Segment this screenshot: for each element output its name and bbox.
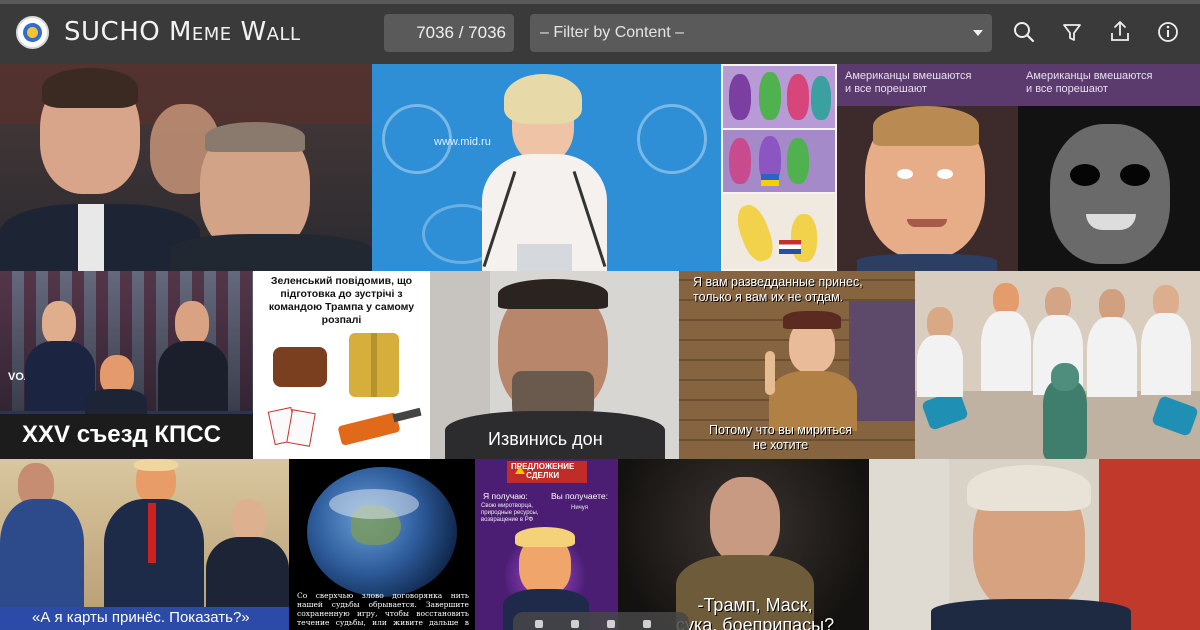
deal-right-label: Вы получаете:	[551, 491, 608, 501]
scout-caption-top: Я вам разведданные принес, только я вам …	[693, 275, 863, 304]
meme-tile-prigozhin[interactable]: -Трамп, Маск, сука, боеприпасы?	[618, 459, 869, 630]
incredibles-caption-1: Американцы вмешаются и все порешают	[845, 70, 972, 95]
search-icon[interactable]	[1010, 18, 1038, 46]
deal-left-label: Я получаю:	[483, 491, 528, 501]
meme-tile-incredibles-normal[interactable]: Американцы вмешаются и все порешают	[837, 64, 1018, 271]
incredibles-caption-2: Американцы вмешаются и все порешают	[1026, 70, 1153, 95]
share-icon[interactable]	[1106, 18, 1134, 46]
floating-toolbar[interactable]	[513, 612, 689, 630]
sucho-logo[interactable]	[16, 16, 49, 49]
toolbar-icon[interactable]	[535, 620, 543, 628]
meme-tile-white-underwear[interactable]	[915, 271, 1200, 459]
content-filter-select[interactable]: – Filter by Content –	[530, 14, 992, 52]
meme-tile-cards-lukashenko[interactable]: «А я карты принёс. Показать?»	[0, 459, 289, 630]
meme-tile-incredibles-uncanny[interactable]: Американцы вмешаются и все порешают	[1018, 64, 1200, 271]
meme-tile-vance-putin[interactable]	[0, 64, 372, 271]
meme-tile-earth[interactable]: Со сверхчью злово договорянка нить нашей…	[289, 459, 475, 630]
app-title: SUCHO Meme Wall	[64, 17, 301, 47]
xxv-caption: XXV съезд КПСС	[22, 421, 221, 448]
meme-tile-scout[interactable]: Я вам разведданные принес, только я вам …	[679, 271, 915, 459]
toolbar-icon[interactable]	[607, 620, 615, 628]
deal-right-text: Ничуя	[571, 505, 588, 511]
info-icon[interactable]	[1154, 18, 1182, 46]
meme-tile-zakharova[interactable]: www.mid.ru	[372, 64, 721, 271]
scout-caption-bottom: Потому что вы мириться не хотите	[709, 423, 853, 452]
mid-site-text: www.mid.ru	[434, 136, 491, 148]
kadyrov-caption: Извинись дон	[488, 429, 603, 449]
meme-tile-zelensky-items[interactable]: Зеленський повідомив, що підготовка до з…	[253, 271, 430, 459]
filter-icon[interactable]	[1058, 18, 1086, 46]
toolbar-icon[interactable]	[571, 620, 579, 628]
earth-text: Со сверхчью злово договорянка нить нашей…	[297, 591, 469, 630]
deal-left-text: Свою миротворца, природные ресурсы, возв…	[481, 503, 539, 523]
meme-tile-xxv-congress[interactable]: VOA XXV съезд КПСС	[0, 271, 253, 459]
cards-caption: «А я карты принёс. Показать?»	[32, 609, 250, 626]
chevron-down-icon	[973, 30, 983, 36]
filter-select-value: – Filter by Content –	[540, 24, 685, 41]
meme-tile-deal-offer[interactable]: ПРЕДЛОЖЕНИЕ СДЕЛКИ Я получаю: Вы получае…	[475, 459, 618, 630]
app-header: SUCHO Meme Wall 7036 / 7036 – Filter by …	[0, 4, 1200, 64]
prigozhin-caption: -Трамп, Маск, сука, боеприпасы?	[676, 595, 835, 630]
toolbar-icon[interactable]	[643, 620, 651, 628]
meme-tile-kadyrov-don[interactable]: Извинись дон	[430, 271, 679, 459]
meme-counter: 7036 / 7036	[384, 14, 514, 52]
zelensky-caption: Зеленський повідомив, що підготовка до з…	[268, 275, 415, 326]
meme-tile-zov-comic[interactable]	[721, 64, 837, 271]
meme-tile-kadyrov-portrait[interactable]	[869, 459, 1200, 630]
